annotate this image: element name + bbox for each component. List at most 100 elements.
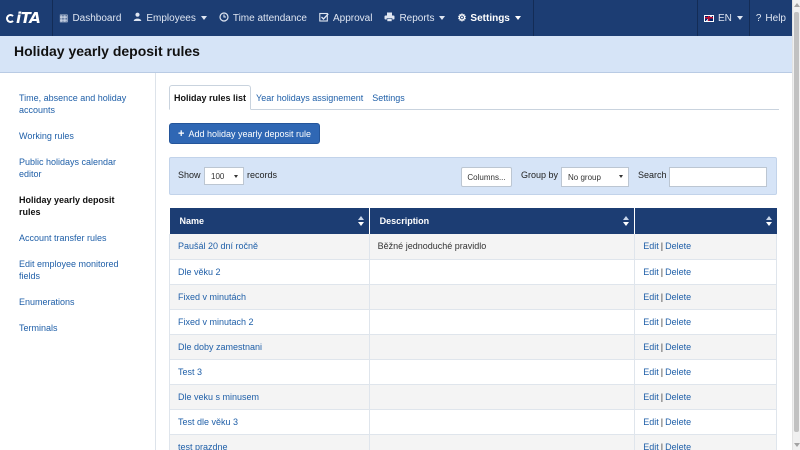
nav-dashboard[interactable]: ▦ Dashboard (53, 0, 127, 36)
language-selector[interactable]: EN (698, 0, 749, 36)
question-icon: ? (755, 12, 762, 24)
chevron-down-icon (619, 175, 623, 178)
edit-link[interactable]: Edit (643, 267, 659, 277)
rule-name-link[interactable]: Paušál 20 dní ročně (178, 241, 258, 251)
help-link[interactable]: ? Help (750, 0, 792, 36)
sort-icon (357, 216, 364, 226)
rule-name-link[interactable]: Test 3 (178, 367, 202, 377)
tab-bar: Holiday rules list Year holidays assigne… (169, 83, 779, 110)
nav-time-attendance[interactable]: Time attendance (213, 0, 313, 36)
page-scrollbar[interactable] (792, 0, 800, 450)
ita-logo[interactable]: iTA (0, 0, 52, 36)
sidebar-item-time-absence-holiday-accounts[interactable]: Time, absence and holiday accounts (0, 85, 155, 123)
records-label: records (247, 170, 278, 180)
table-row: Dle veku s minusem Edit | Delete (169, 384, 777, 410)
top-navbar: iTA ▦ Dashboard Employees Time attendanc… (0, 0, 792, 36)
nav-dashboard-label: Dashboard (72, 12, 122, 24)
tab-holiday-rules-list[interactable]: Holiday rules list (169, 85, 252, 110)
cell-description (369, 384, 636, 410)
delete-link[interactable]: Delete (665, 392, 691, 402)
cell-description (369, 359, 636, 385)
nav-approval[interactable]: Approval (313, 0, 378, 36)
cell-actions: Edit | Delete (634, 434, 777, 450)
sidebar-item-working-rules[interactable]: Working rules (0, 123, 155, 149)
page-header: Holiday yearly deposit rules (0, 36, 792, 73)
column-header-description[interactable]: Description (369, 208, 636, 234)
tab-settings[interactable]: Settings (368, 86, 409, 109)
chevron-down-icon (200, 16, 207, 20)
show-label: Show (178, 170, 201, 180)
add-rule-button[interactable]: + Add holiday yearly deposit rule (169, 123, 321, 144)
action-separator: | (660, 316, 664, 327)
records-per-page-select[interactable]: 100 (204, 167, 244, 185)
table-header-row: Name Description (169, 208, 777, 234)
edit-link[interactable]: Edit (643, 342, 659, 352)
user-icon (133, 12, 142, 24)
sidebar-item-edit-employee-monitored-fields[interactable]: Edit employee monitored fields (0, 251, 155, 289)
add-rule-label: Add holiday yearly deposit rule (188, 128, 312, 139)
cell-description (369, 309, 636, 335)
rule-name-link[interactable]: Test dle věku 3 (178, 417, 238, 427)
delete-link[interactable]: Delete (665, 317, 691, 327)
scroll-up-arrow-icon[interactable] (794, 3, 800, 7)
delete-link[interactable]: Delete (665, 367, 691, 377)
edit-link[interactable]: Edit (643, 367, 659, 377)
delete-link[interactable]: Delete (665, 267, 691, 277)
table-row: test prazdne Edit | Delete (169, 434, 777, 450)
cell-name: Fixed v minutach 2 (169, 309, 370, 335)
cell-name: Dle veku s minusem (169, 384, 370, 410)
language-label: EN (717, 12, 732, 24)
column-header-name-label: Name (179, 216, 205, 226)
cell-actions: Edit | Delete (634, 384, 777, 410)
delete-link[interactable]: Delete (665, 241, 691, 251)
scroll-down-arrow-icon[interactable] (794, 443, 800, 447)
scrollbar-thumb[interactable] (794, 12, 799, 432)
edit-link[interactable]: Edit (643, 417, 659, 427)
tab-year-holidays-assignement[interactable]: Year holidays assignement (252, 86, 367, 109)
nav-employees[interactable]: Employees (127, 0, 212, 36)
columns-button[interactable]: Columns... (461, 167, 512, 187)
edit-link[interactable]: Edit (643, 292, 659, 302)
column-header-description-label: Description (379, 216, 430, 226)
cell-actions: Edit | Delete (634, 309, 777, 335)
delete-link[interactable]: Delete (665, 417, 691, 427)
delete-link[interactable]: Delete (665, 292, 691, 302)
cell-description (369, 334, 636, 360)
rule-name-link[interactable]: Dle věku 2 (178, 267, 221, 277)
cell-name: Dle doby zamestnani (169, 334, 370, 360)
sidebar-item-account-transfer-rules[interactable]: Account transfer rules (0, 225, 155, 251)
search-input[interactable] (669, 167, 767, 187)
edit-link[interactable]: Edit (643, 442, 659, 450)
sidebar-item-holiday-yearly-deposit-rules[interactable]: Holiday yearly deposit rules (0, 187, 155, 225)
column-header-actions[interactable] (634, 208, 777, 234)
help-label: Help (765, 12, 786, 24)
table-row: Paušál 20 dní ročně Běžné jednoduché prav… (169, 234, 777, 260)
sidebar-item-public-holidays-calendar-editor[interactable]: Public holidays calendar editor (0, 149, 155, 187)
action-separator: | (660, 266, 664, 277)
delete-link[interactable]: Delete (665, 442, 691, 450)
nav-approval-label: Approval (332, 12, 373, 24)
nav-reports[interactable]: Reports (378, 0, 451, 36)
rule-name-link[interactable]: Dle doby zamestnani (178, 342, 262, 352)
nav-settings-label: Settings (470, 12, 510, 24)
column-header-name[interactable]: Name (169, 208, 370, 234)
table-body: Paušál 20 dní ročně Běžné jednoduché prav… (169, 234, 777, 450)
table-row: Test dle věku 3 Edit | Delete (169, 409, 777, 435)
nav-settings[interactable]: ⚙ Settings (451, 0, 526, 36)
cell-name: Test 3 (169, 359, 370, 385)
sidebar-item-enumerations[interactable]: Enumerations (0, 289, 155, 315)
edit-link[interactable]: Edit (643, 392, 659, 402)
sidebar-item-terminals[interactable]: Terminals (0, 315, 155, 341)
edit-link[interactable]: Edit (643, 241, 659, 251)
search-label: Search (638, 170, 667, 180)
edit-link[interactable]: Edit (643, 317, 659, 327)
delete-link[interactable]: Delete (665, 342, 691, 352)
table-row: Dle věku 2 Edit | Delete (169, 259, 777, 285)
group-by-select[interactable]: No group (561, 167, 629, 187)
nav-separator (532, 0, 534, 36)
cell-actions: Edit | Delete (634, 259, 777, 285)
rule-name-link[interactable]: Fixed v minutach 2 (178, 317, 254, 327)
rule-name-link[interactable]: Dle veku s minusem (178, 392, 259, 402)
rule-name-link[interactable]: Fixed v minutách (178, 292, 246, 302)
rule-name-link[interactable]: test prazdne (178, 442, 228, 450)
